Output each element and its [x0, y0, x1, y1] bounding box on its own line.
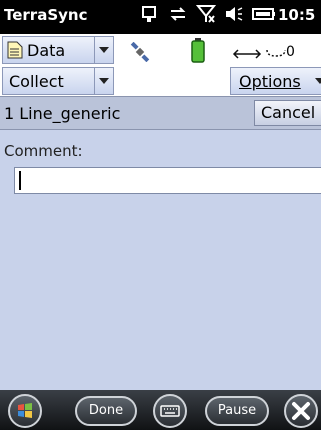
- done-button[interactable]: Done: [75, 396, 137, 426]
- form-header: 1 Line_generic Cancel: [0, 96, 321, 130]
- device-sync-icon[interactable]: [140, 4, 160, 24]
- comment-field[interactable]: [14, 167, 321, 194]
- connection-icon[interactable]: [168, 4, 188, 24]
- form-title: 1 Line_generic: [4, 104, 121, 123]
- collect-dropdown-label: Collect: [9, 72, 64, 91]
- clock[interactable]: 10:5: [278, 6, 315, 24]
- range-value: 0: [286, 44, 295, 60]
- close-icon[interactable]: [284, 394, 318, 428]
- bluetooth-arrow-icon[interactable]: [232, 46, 262, 66]
- satellite-icon[interactable]: [130, 41, 150, 66]
- bottom-bar: Done Pause: [0, 390, 321, 430]
- system-icons: [140, 4, 276, 24]
- chevron-down-icon: [94, 37, 113, 63]
- app-title: TerraSync: [4, 6, 88, 24]
- volume-icon[interactable]: [224, 4, 244, 24]
- collect-dropdown[interactable]: Collect: [2, 67, 114, 95]
- windows-start-icon[interactable]: [8, 394, 42, 428]
- title-bar: TerraSync 10:5: [0, 0, 321, 34]
- cancel-button[interactable]: Cancel: [254, 100, 321, 126]
- comment-label: Comment:: [4, 142, 83, 160]
- text-cursor: [19, 171, 21, 190]
- chevron-down-icon: [94, 68, 113, 94]
- data-dropdown[interactable]: Data: [2, 36, 114, 64]
- options-dropdown-label: Options: [239, 72, 301, 91]
- battery-green-icon[interactable]: [191, 37, 205, 67]
- signal-off-icon[interactable]: [196, 4, 216, 24]
- keyboard-icon[interactable]: [153, 394, 187, 428]
- battery-icon[interactable]: [252, 4, 276, 24]
- pause-button[interactable]: Pause: [205, 396, 269, 426]
- mode-bar: Collect Options: [0, 66, 321, 96]
- chevron-down-icon: [311, 68, 321, 94]
- range-indicator: 0: [266, 44, 295, 60]
- toolbar: Data 0: [0, 34, 321, 67]
- data-page-icon: [7, 41, 23, 63]
- data-dropdown-label: Data: [27, 41, 66, 60]
- options-dropdown[interactable]: Options: [230, 67, 321, 95]
